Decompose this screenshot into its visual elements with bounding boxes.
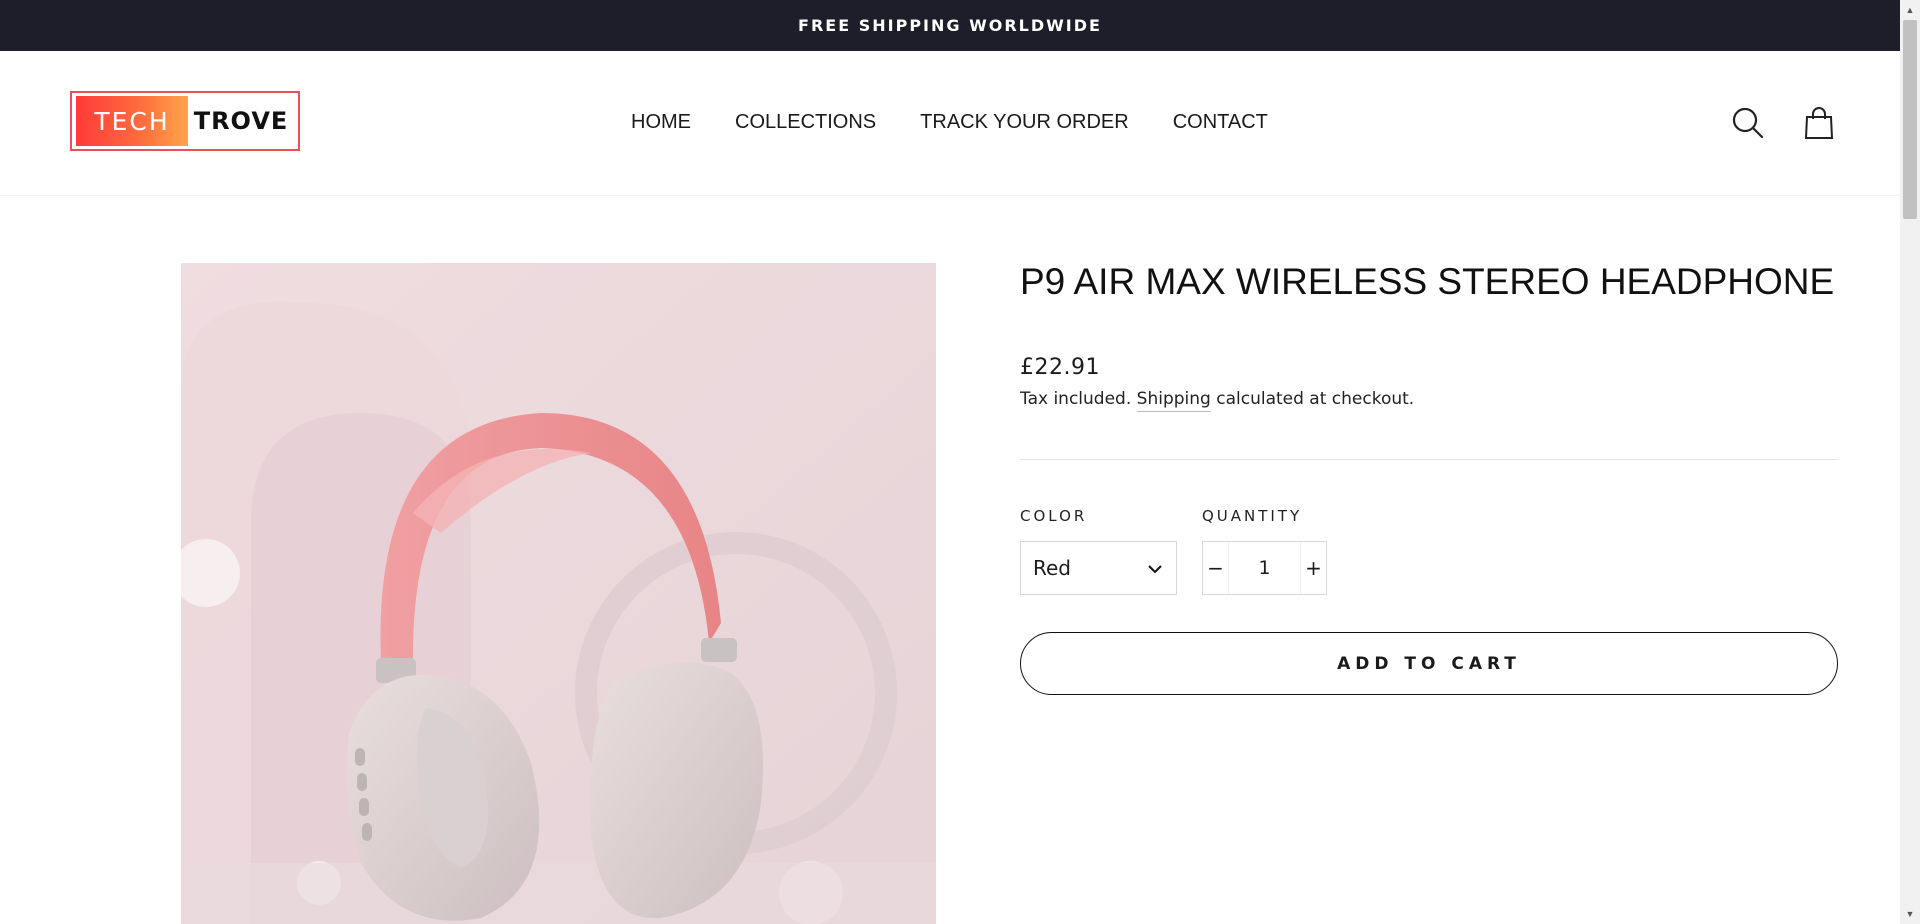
shipping-link[interactable]: Shipping bbox=[1136, 389, 1211, 412]
search-icon[interactable] bbox=[1730, 105, 1766, 141]
color-select-value: Red bbox=[1033, 556, 1071, 580]
quantity-input[interactable]: 1 bbox=[1228, 542, 1301, 594]
product-title: P9 AIR MAX WIRELESS STEREO HEADPHONE bbox=[1020, 261, 1835, 302]
nav-collections[interactable]: COLLECTIONS bbox=[735, 111, 876, 134]
quantity-label: QUANTITY bbox=[1202, 507, 1303, 525]
nav-track-order[interactable]: TRACK YOUR ORDER bbox=[920, 111, 1129, 134]
scroll-up-arrow-icon[interactable]: ▲ bbox=[1900, 2, 1920, 18]
quantity-minus-button[interactable]: − bbox=[1203, 542, 1228, 594]
announcement-text: FREE SHIPPING WORLDWIDE bbox=[798, 16, 1102, 35]
chevron-down-icon bbox=[1148, 565, 1162, 574]
announcement-bar: FREE SHIPPING WORLDWIDE bbox=[0, 0, 1900, 51]
product-info: P9 AIR MAX WIRELESS STEREO HEADPHONE £22… bbox=[1020, 261, 1838, 695]
color-label: COLOR bbox=[1020, 507, 1088, 525]
shopping-bag-icon[interactable] bbox=[1801, 105, 1837, 141]
tax-suffix: calculated at checkout. bbox=[1216, 389, 1415, 409]
main-nav: HOME COLLECTIONS TRACK YOUR ORDER CONTAC… bbox=[631, 111, 1268, 134]
scrollbar[interactable]: ▲ ▼ bbox=[1900, 0, 1920, 924]
scrollbar-thumb[interactable] bbox=[1903, 20, 1917, 219]
quantity-stepper: − 1 + bbox=[1202, 541, 1327, 595]
site-header: TECH TROVE HOME COLLECTIONS TRACK YOUR O… bbox=[0, 51, 1900, 196]
tax-note: Tax included. Shipping calculated at che… bbox=[1020, 389, 1415, 412]
add-to-cart-button[interactable]: ADD TO CART bbox=[1020, 632, 1838, 695]
headphone-image bbox=[181, 263, 936, 924]
divider bbox=[1020, 459, 1838, 460]
product-price: £22.91 bbox=[1020, 355, 1100, 380]
logo[interactable]: TECH TROVE bbox=[70, 91, 300, 151]
product-image[interactable] bbox=[181, 263, 936, 924]
nav-home[interactable]: HOME bbox=[631, 111, 691, 134]
scroll-down-arrow-icon[interactable]: ▼ bbox=[1900, 906, 1920, 922]
quantity-plus-button[interactable]: + bbox=[1301, 542, 1326, 594]
nav-contact[interactable]: CONTACT bbox=[1173, 111, 1268, 134]
logo-text-left: TECH bbox=[76, 96, 188, 146]
tax-prefix: Tax included. bbox=[1020, 389, 1132, 409]
color-select[interactable]: Red bbox=[1020, 541, 1177, 595]
logo-text-right: TROVE bbox=[193, 107, 289, 135]
